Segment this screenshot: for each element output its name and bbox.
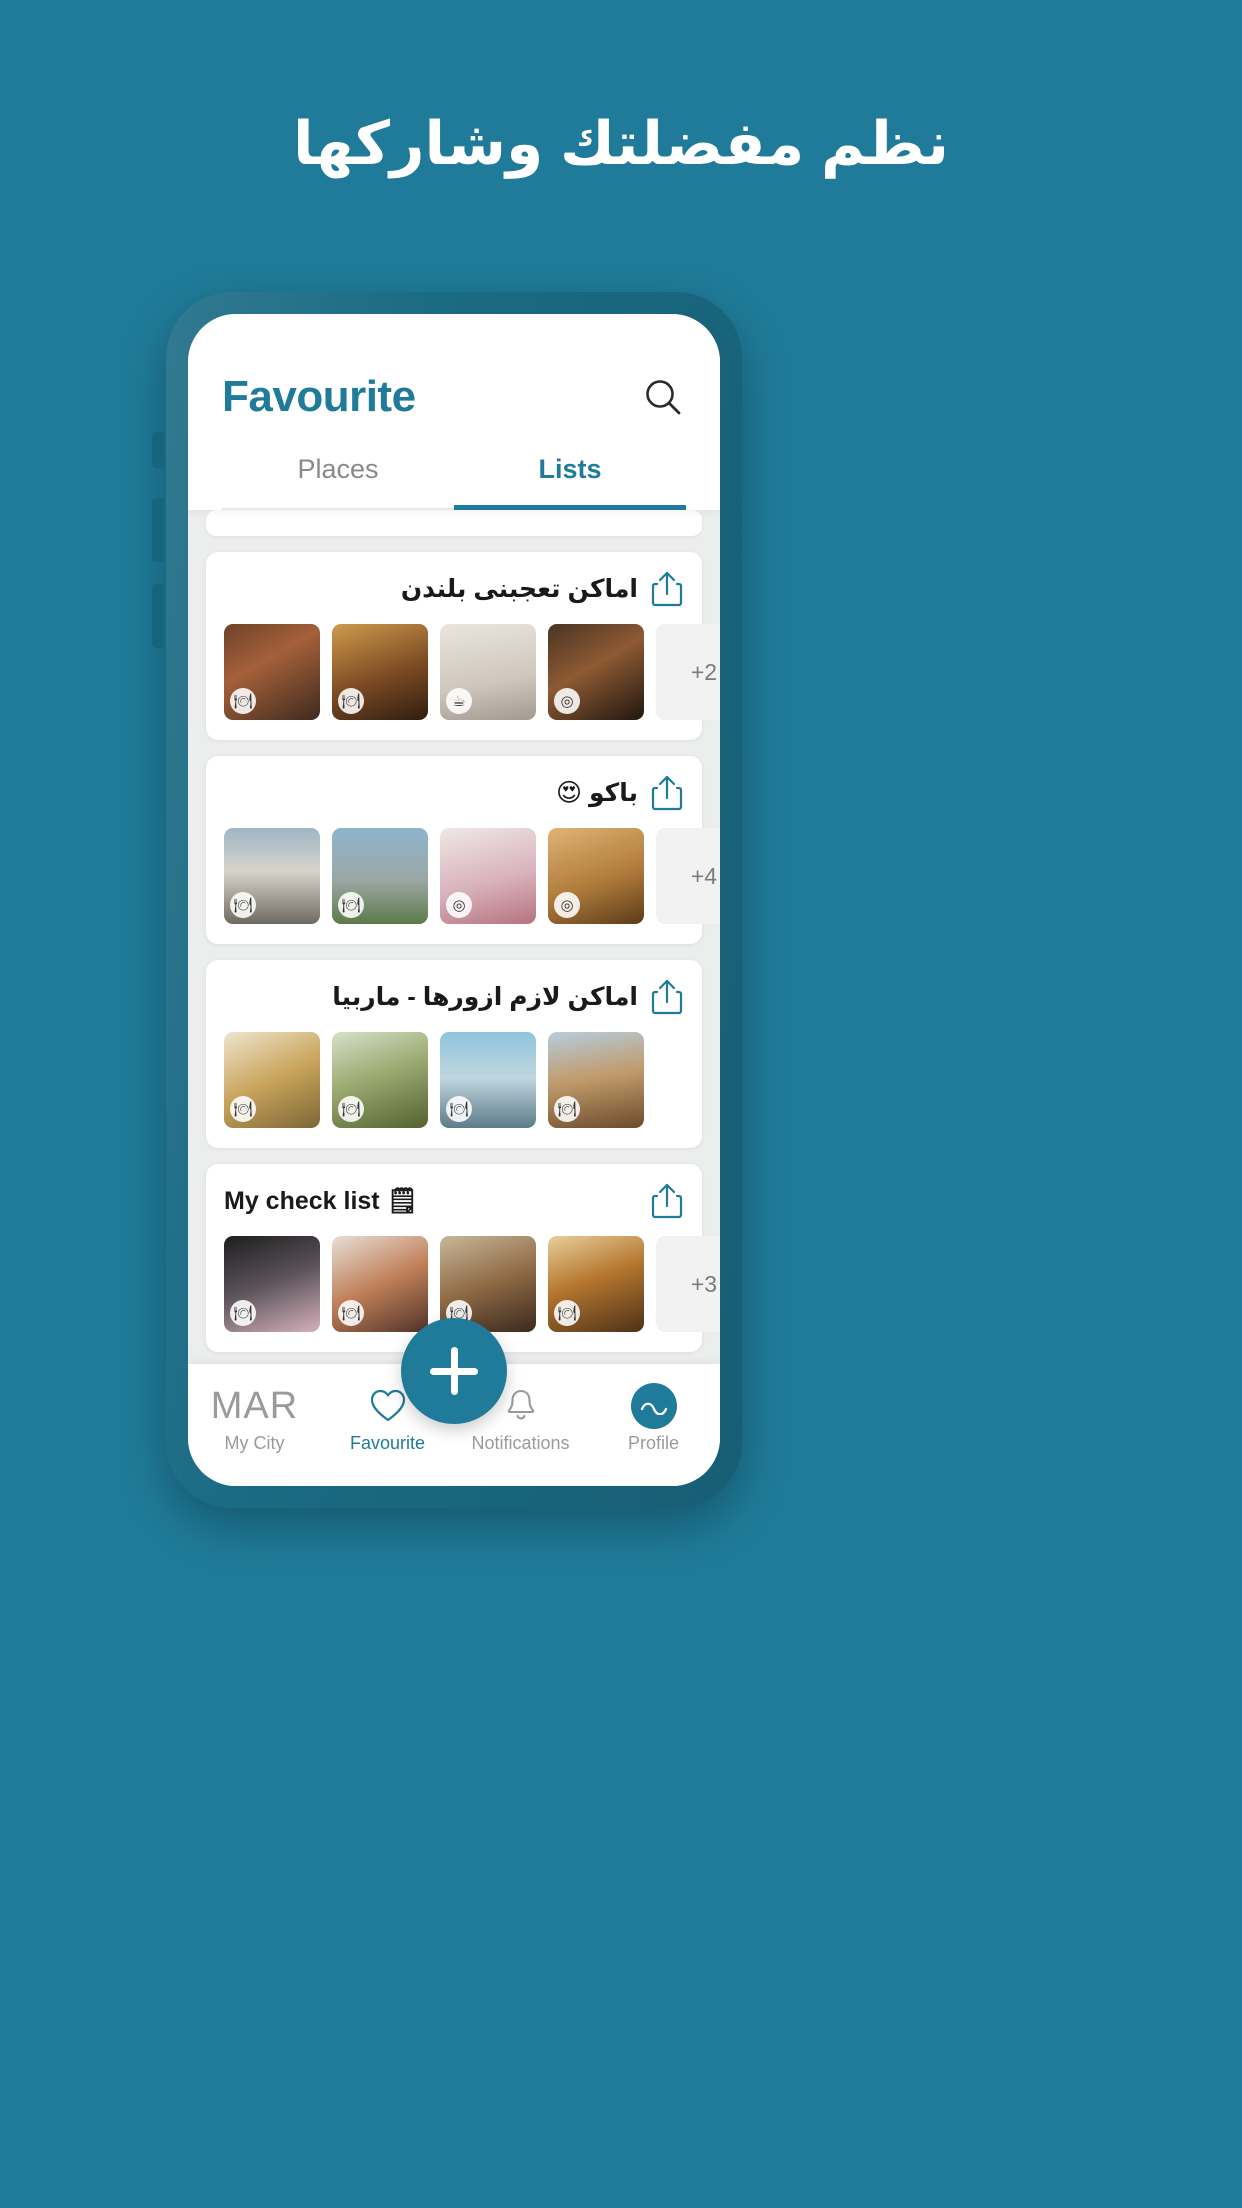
nav-label: Profile (627, 1433, 680, 1453)
bell-icon (504, 1386, 538, 1426)
category-badge-icon: ☕ (446, 688, 472, 714)
more-count[interactable]: +3 (656, 1236, 720, 1332)
partial-card-above[interactable] (206, 510, 702, 536)
list-card[interactable]: باكو 😍 🍽 🍽 ◎ ◎ +4 (206, 756, 720, 944)
share-icon[interactable] (650, 570, 684, 608)
list-title: اماكن لازم ازورها - ماربيا (332, 983, 638, 1011)
thumbnail[interactable]: ◎ (548, 828, 644, 924)
thumbnail[interactable]: 🍽 (332, 828, 428, 924)
list-card[interactable]: اماكن تعجبنى بلندن 🍽 🍽 ☕ ◎ +2 (206, 552, 720, 740)
category-badge-icon: 🍽 (230, 688, 256, 714)
thumbnail[interactable]: ◎ (440, 828, 536, 924)
thumbnail[interactable]: 🍽 (548, 1032, 644, 1128)
add-list-fab-button[interactable] (401, 1318, 507, 1424)
city-brand-text: MAR (210, 1385, 299, 1427)
share-icon[interactable] (650, 774, 684, 812)
thumbnail[interactable]: 🍽 (440, 1032, 536, 1128)
plus-icon (430, 1367, 478, 1375)
thumbnail[interactable]: 🍽 (332, 1236, 428, 1332)
thumbnail[interactable]: 🍽 (224, 828, 320, 924)
list-title: اماكن تعجبنى بلندن (400, 575, 638, 603)
header-row: Favourite (222, 364, 686, 430)
category-badge-icon: 🍽 (230, 1096, 256, 1122)
category-badge-icon: 🍽 (446, 1096, 472, 1122)
city-brand-icon: MAR (211, 1386, 298, 1426)
thumbnail[interactable]: ◎ (548, 624, 644, 720)
list-title: باكو 😍 (556, 779, 638, 807)
page-title: Favourite (222, 372, 416, 421)
app-header: Favourite Places Lists (188, 314, 720, 510)
avatar (630, 1383, 677, 1429)
thumbnail-row: 🍽 🍽 ◎ ◎ +4 (224, 828, 720, 924)
nav-item-my-city[interactable]: MAR My City (203, 1386, 307, 1454)
category-badge-icon: ◎ (554, 688, 580, 714)
tab-bar: Places Lists (222, 454, 686, 510)
category-badge-icon: ◎ (554, 892, 580, 918)
category-badge-icon: 🍽 (338, 1300, 364, 1326)
category-badge-icon: 🍽 (338, 688, 364, 714)
card-header: اماكن تعجبنى بلندن (224, 570, 684, 608)
thumbnail[interactable]: 🍽 (224, 1236, 320, 1332)
card-header: اماكن لازم ازورها - ماربيا (224, 978, 684, 1016)
avatar-icon (630, 1383, 677, 1429)
nav-label: Notifications (471, 1433, 570, 1453)
category-badge-icon: 🍽 (338, 1096, 364, 1122)
card-header: باكو 😍 (224, 774, 684, 812)
tab-places[interactable]: Places (222, 454, 454, 510)
bottom-navigation: MAR My City Favourite Notifications Prof… (188, 1318, 720, 1486)
tab-lists[interactable]: Lists (454, 454, 686, 510)
phone-screen: Favourite Places Lists اماكن تعجبنى بلند… (188, 314, 720, 1486)
thumbnail[interactable]: 🍽 (224, 624, 320, 720)
category-badge-icon: 🍽 (230, 892, 256, 918)
lists-scroll-area[interactable]: اماكن تعجبنى بلندن 🍽 🍽 ☕ ◎ +2 باكو 😍 🍽 🍽… (188, 510, 720, 1364)
promo-headline: نظم مفضلتك وشاركها (292, 110, 950, 177)
thumbnail[interactable]: ☕ (440, 624, 536, 720)
category-badge-icon: 🍽 (554, 1300, 580, 1326)
thumbnail[interactable]: 🍽 (548, 1236, 644, 1332)
more-count[interactable]: +4 (656, 828, 720, 924)
device-silent-switch (152, 432, 164, 468)
category-badge-icon: 🍽 (338, 892, 364, 918)
heart-icon (369, 1386, 407, 1426)
list-title: My check list 🗒 (224, 1186, 419, 1215)
search-icon[interactable] (640, 374, 686, 420)
thumbnail[interactable]: 🍽 (332, 1032, 428, 1128)
list-card[interactable]: اماكن لازم ازورها - ماربيا 🍽 🍽 🍽 🍽 (206, 960, 702, 1148)
phone-device: Favourite Places Lists اماكن تعجبنى بلند… (152, 292, 742, 1508)
nav-item-profile[interactable]: Profile (602, 1383, 706, 1454)
device-volume-down-button (152, 584, 164, 648)
category-badge-icon: ◎ (446, 892, 472, 918)
share-icon[interactable] (650, 1182, 684, 1220)
share-icon[interactable] (650, 978, 684, 1016)
device-volume-up-button (152, 498, 164, 562)
category-badge-icon: 🍽 (230, 1300, 256, 1326)
card-header: My check list 🗒 (224, 1182, 684, 1220)
more-count[interactable]: +2 (656, 624, 720, 720)
nav-label: Favourite (349, 1433, 426, 1453)
thumbnail[interactable]: 🍽 (332, 624, 428, 720)
thumbnail[interactable]: 🍽 (224, 1032, 320, 1128)
thumbnail-row: 🍽 🍽 ☕ ◎ +2 (224, 624, 720, 720)
nav-label: My City (224, 1433, 285, 1453)
thumbnail-row: 🍽 🍽 🍽 🍽 (224, 1032, 684, 1128)
category-badge-icon: 🍽 (554, 1096, 580, 1122)
